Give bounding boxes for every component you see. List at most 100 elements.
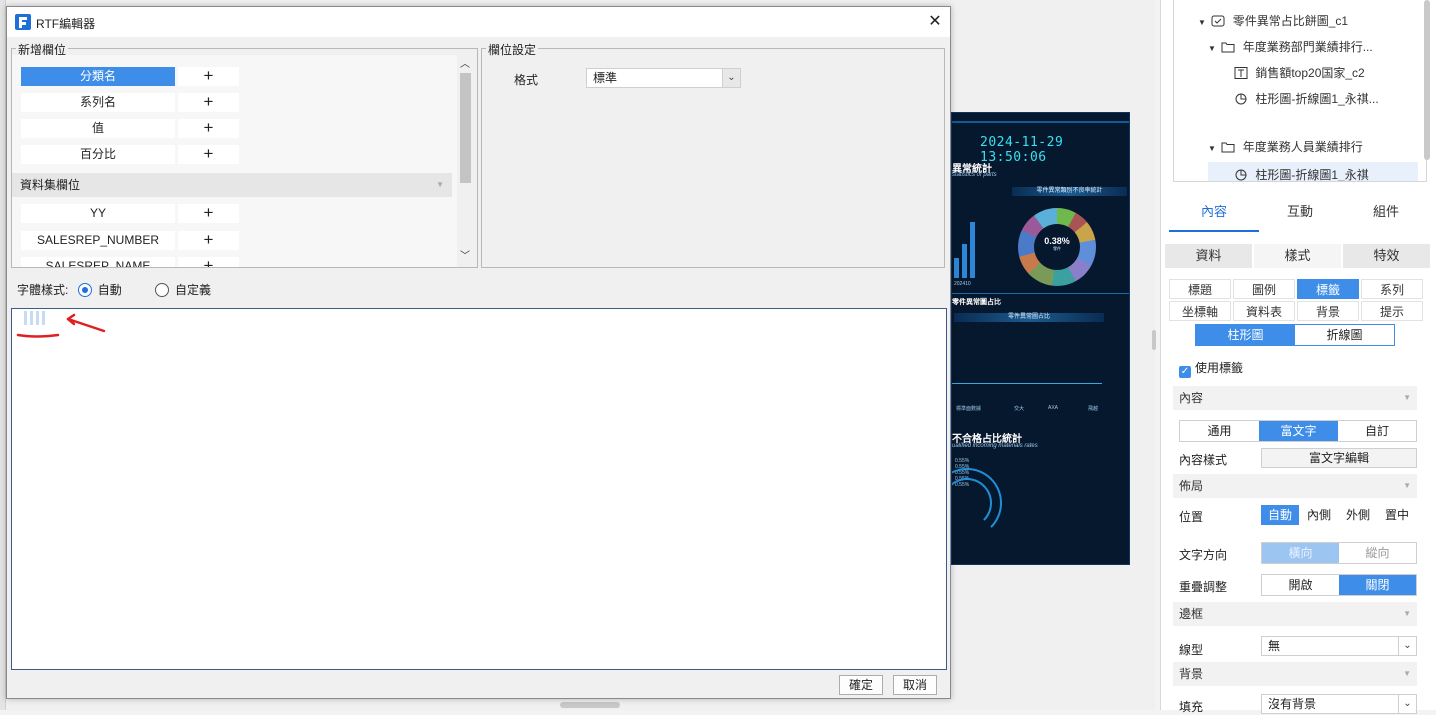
canvas-horizontal-scrollbar[interactable] <box>560 702 620 708</box>
tree-item[interactable]: ▼ 年度業務人員業績排行 <box>1208 134 1363 160</box>
content-mode-general[interactable]: 通用 <box>1180 421 1259 441</box>
field-list-scrollbar[interactable]: ︿ ﹀ <box>457 55 473 267</box>
tab-components[interactable]: 組件 <box>1341 194 1431 232</box>
tree-item[interactable]: ▼ 零件異常占比餅圖_c1 <box>1198 8 1348 34</box>
checkmark-icon[interactable]: ✓ <box>1179 366 1191 378</box>
format-label: 格式 <box>514 73 539 87</box>
dataset-fields-title: 資料集欄位 <box>20 178 81 192</box>
position-outside[interactable]: 外側 <box>1339 505 1377 525</box>
style-tab-title[interactable]: 標題 <box>1169 279 1231 299</box>
text-icon <box>1234 67 1248 79</box>
add-icon[interactable]: + <box>178 204 239 223</box>
overlap-label: 重疊調整 <box>1179 580 1228 594</box>
collapse-arrow-icon[interactable]: ▼ <box>1403 386 1411 410</box>
font-style-auto-option[interactable]: 自動 <box>77 283 125 297</box>
content-mode-richtext[interactable]: 富文字 <box>1259 421 1338 441</box>
panel-splitter[interactable] <box>1152 330 1156 350</box>
style-tab-legend[interactable]: 圖例 <box>1233 279 1295 299</box>
font-style-custom-option[interactable]: 自定義 <box>155 283 211 297</box>
format-select[interactable]: 標準 ⌄ <box>586 68 741 88</box>
use-label-checkbox[interactable]: ✓ 使用標籤 <box>1179 359 1243 378</box>
line-type-select[interactable]: 無 ⌄ <box>1261 636 1417 656</box>
subtab-data[interactable]: 資料 <box>1165 244 1253 268</box>
add-icon[interactable]: + <box>178 145 239 164</box>
style-tab-axis[interactable]: 坐標軸 <box>1169 301 1231 321</box>
fill-select[interactable]: 沒有背景 ⌄ <box>1261 694 1417 714</box>
position-inside[interactable]: 內側 <box>1300 505 1338 525</box>
dash-band-2: 零件異常圖占比 <box>954 313 1104 322</box>
add-icon[interactable]: + <box>178 257 239 267</box>
field-percentage[interactable]: 百分比 <box>21 145 175 164</box>
section-background-title: 背景 <box>1179 667 1204 681</box>
collapse-arrow-icon[interactable]: ▼ <box>1403 474 1411 498</box>
chevron-down-icon[interactable]: ⌄ <box>722 69 740 87</box>
field-value[interactable]: 值 <box>21 119 175 138</box>
pie-icon <box>1235 93 1247 105</box>
text-direction-horizontal[interactable]: 橫向 <box>1262 543 1339 563</box>
chevron-down-icon[interactable]: ﹀ <box>457 249 473 265</box>
tab-interaction[interactable]: 互動 <box>1255 194 1345 232</box>
radio-selected-icon[interactable] <box>77 283 92 297</box>
dash-datetime: 2024-11-29 13:50:06 <box>980 135 1064 165</box>
dialog-titlebar[interactable]: RTF編輯器 ✕ <box>7 7 950 37</box>
dataset-fields-header[interactable]: 資料集欄位 ▼ <box>12 173 452 197</box>
tree-item[interactable]: 銷售額top20国家_c2 <box>1234 60 1365 86</box>
add-icon[interactable]: + <box>178 119 239 138</box>
subtab-effects[interactable]: 特效 <box>1343 244 1431 268</box>
section-border[interactable]: 邊框 ▼ <box>1173 602 1417 626</box>
caret-down-icon[interactable]: ▼ <box>1208 136 1218 162</box>
chart-check-icon <box>1211 15 1225 27</box>
ok-button[interactable]: 確定 <box>839 675 883 695</box>
radio-icon[interactable] <box>155 283 170 297</box>
scrollbar-thumb[interactable] <box>460 73 471 183</box>
tree-item-selected[interactable]: 柱形圖-折線圖1_永祺 <box>1208 162 1418 181</box>
overlap-off[interactable]: 關閉 <box>1339 575 1416 595</box>
field-salesrep-name[interactable]: SALESREP_NAME <box>21 257 175 267</box>
content-mode-custom[interactable]: 自訂 <box>1338 421 1416 441</box>
dash-axis-cat: 飛越 <box>1088 406 1099 412</box>
overlap-toggle: 開啟 關閉 <box>1261 574 1417 596</box>
tab-content[interactable]: 內容 <box>1169 194 1259 232</box>
dash-axis-label: 202410 <box>954 281 971 287</box>
style-tab-series[interactable]: 系列 <box>1361 279 1423 299</box>
tree-item[interactable]: ▼ 年度業務部門業績排行... <box>1208 34 1373 60</box>
style-tab-datatable[interactable]: 資料表 <box>1233 301 1295 321</box>
tree-scrollbar[interactable] <box>1424 0 1430 160</box>
field-yy[interactable]: YY <box>21 204 175 223</box>
chevron-up-icon[interactable]: ︿ <box>457 57 473 73</box>
close-icon[interactable]: ✕ <box>925 12 945 32</box>
rich-text-edit-button[interactable]: 富文字編輯 <box>1261 448 1417 468</box>
add-icon[interactable]: + <box>178 231 239 250</box>
section-content[interactable]: 內容 ▼ <box>1173 386 1417 410</box>
caret-down-icon[interactable]: ▼ <box>1198 10 1208 36</box>
add-icon[interactable]: + <box>178 67 239 86</box>
chart-tab-bar[interactable]: 柱形圖 <box>1196 325 1295 345</box>
tree-item[interactable]: 柱形圖-折線圖1_永祺... <box>1234 86 1379 112</box>
caret-down-icon[interactable]: ▼ <box>1208 36 1218 62</box>
section-layout[interactable]: 佈局 ▼ <box>1173 474 1417 498</box>
overlap-on[interactable]: 開啟 <box>1262 575 1339 595</box>
chart-tab-line[interactable]: 折線圖 <box>1295 325 1394 345</box>
section-background[interactable]: 背景 ▼ <box>1173 662 1417 686</box>
field-list: 分類名 + 系列名 + 值 + 百分比 + 資料集欄位 ▼ YY + SALES… <box>12 55 461 267</box>
subtab-style[interactable]: 樣式 <box>1254 244 1342 268</box>
collapse-arrow-icon[interactable]: ▼ <box>1403 602 1411 626</box>
cancel-button[interactable]: 取消 <box>893 675 937 695</box>
style-tab-label[interactable]: 標籤 <box>1297 279 1359 299</box>
position-auto[interactable]: 自動 <box>1261 505 1299 525</box>
dashboard-preview[interactable]: 2024-11-29 13:50:06 異常統計 statistics of p… <box>951 112 1130 565</box>
text-direction-vertical[interactable]: 縱向 <box>1339 543 1416 563</box>
field-category-name[interactable]: 分類名 <box>21 67 175 86</box>
style-tab-tooltip[interactable]: 提示 <box>1361 301 1423 321</box>
tree-item-label: 柱形圖-折線圖1_永祺... <box>1255 92 1379 106</box>
style-tab-background[interactable]: 背景 <box>1297 301 1359 321</box>
position-center[interactable]: 置中 <box>1378 505 1416 525</box>
field-series-name[interactable]: 系列名 <box>21 93 175 112</box>
collapse-arrow-icon[interactable]: ▼ <box>436 173 444 197</box>
chevron-down-icon[interactable]: ⌄ <box>1398 637 1416 655</box>
collapse-arrow-icon[interactable]: ▼ <box>1403 662 1411 686</box>
rich-text-editor[interactable] <box>11 308 947 670</box>
field-salesrep-number[interactable]: SALESREP_NUMBER <box>21 231 175 250</box>
add-icon[interactable]: + <box>178 93 239 112</box>
chevron-down-icon[interactable]: ⌄ <box>1398 695 1416 713</box>
